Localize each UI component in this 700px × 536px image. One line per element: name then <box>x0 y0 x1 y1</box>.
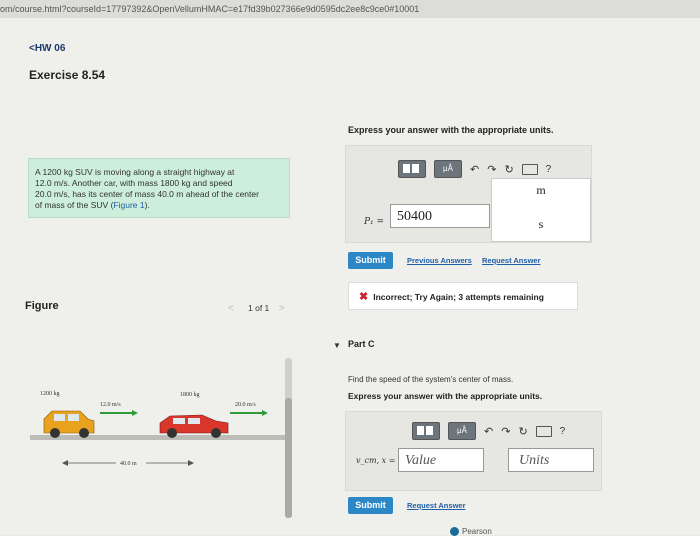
incorrect-icon: ✖ <box>359 291 369 303</box>
keyboard-icon[interactable] <box>521 163 538 175</box>
previous-answers-link[interactable]: Previous Answers <box>407 256 472 265</box>
part-b-express-text: Express your answer with the appropriate… <box>348 125 554 135</box>
undo-icon[interactable]: ↶ <box>484 425 493 438</box>
part-c-express-text: Express your answer with the appropriate… <box>348 391 543 401</box>
part-c-answer-area: μÅ ↶ ↷ ↻ ? v_cm, x = Value Units <box>345 411 602 491</box>
keyboard-icon[interactable] <box>535 425 552 437</box>
part-c-units-input[interactable]: Units <box>508 448 594 472</box>
help-icon[interactable]: ? <box>546 164 552 175</box>
part-c-variable-label: v_cm, x = <box>356 456 396 465</box>
figure-link[interactable]: Figure 1 <box>113 200 144 210</box>
part-b-submit-button[interactable]: Submit <box>348 252 393 269</box>
undo-icon[interactable]: ↶ <box>470 163 479 176</box>
car-velocity-arrowhead <box>262 410 268 416</box>
unit-numerator: m <box>536 183 546 197</box>
suv-mass-label: 1200 kg <box>40 391 60 397</box>
part-c-toolbar: μÅ ↶ ↷ ↻ ? <box>412 422 565 440</box>
unit-denominator: s <box>538 217 544 231</box>
pager-prev-button[interactable]: < <box>228 303 234 314</box>
problem-line-2: 12.0 m/s. Another car, with mass 1800 kg… <box>35 178 233 188</box>
problem-line-3: 20.0 m/s, has its center of mass 40.0 m … <box>35 189 259 199</box>
url-text: om/course.html?courseId=17797392&OpenVel… <box>0 4 420 14</box>
problem-line-1: A 1200 kg SUV is moving along a straight… <box>35 167 235 177</box>
road <box>30 435 285 440</box>
part-b-answer-area: μÅ ↶ ↷ ↻ ? P₁ = 50400 m s <box>345 145 592 243</box>
reset-icon[interactable]: ↻ <box>504 163 513 176</box>
distance-arrow-right <box>188 460 194 466</box>
problem-statement: A 1200 kg SUV is moving along a straight… <box>28 158 290 218</box>
problem-line-4: of mass of the SUV (Figure 1). <box>35 200 283 211</box>
figure-scrollbar-thumb[interactable] <box>285 398 292 518</box>
feedback-banner: ✖ Incorrect; Try Again; 3 attempts remain… <box>348 282 578 310</box>
feedback-text: Incorrect; Try Again; 3 attempts remaini… <box>373 292 544 302</box>
problem-line-4-prefix: of mass of the SUV ( <box>35 200 114 210</box>
units-mu-button[interactable]: μÅ <box>434 160 462 178</box>
redo-icon[interactable]: ↷ <box>487 163 496 176</box>
part-c-value-input[interactable]: Value <box>398 448 484 472</box>
templates-icon[interactable] <box>412 422 440 440</box>
problem-line-4-suffix: ). <box>144 200 150 210</box>
part-b-variable-label: P₁ = <box>364 217 385 227</box>
car-mass-label: 1800 kg <box>180 392 200 398</box>
pager-next-button[interactable]: > <box>279 303 285 314</box>
part-c-request-answer-link[interactable]: Request Answer <box>407 501 466 510</box>
templates-icon[interactable] <box>398 160 426 178</box>
exercise-title: Exercise 8.54 <box>29 68 106 82</box>
part-b-request-answer-link[interactable]: Request Answer <box>482 256 541 265</box>
distance-arrow-left <box>62 460 68 466</box>
figure-diagram: 1200 kg 12.0 m/s 1800 kg 20.0 m/s 40.0 m <box>30 391 285 467</box>
part-c-submit-button[interactable]: Submit <box>348 497 393 514</box>
part-b-value-input[interactable]: 50400 <box>390 204 490 228</box>
collapse-caret-icon[interactable]: ▼ <box>333 341 341 350</box>
figure-label: Figure <box>25 300 59 312</box>
pager-text: 1 of 1 <box>248 303 270 313</box>
browser-url-bar[interactable]: om/course.html?courseId=17797392&OpenVel… <box>0 0 700 18</box>
right-column: Express your answer with the appropriate… <box>330 18 700 536</box>
left-column: <HW 06 Exercise 8.54 A 1200 kg SUV is mo… <box>0 18 305 535</box>
reset-icon[interactable]: ↻ <box>518 425 527 438</box>
distance-label: 40.0 m <box>120 461 137 467</box>
part-c-prompt: Find the speed of the system's center of… <box>348 375 514 384</box>
part-b-units-input[interactable]: m s <box>491 178 591 242</box>
redo-icon[interactable]: ↷ <box>501 425 510 438</box>
help-icon[interactable]: ? <box>560 426 566 437</box>
suv-car <box>43 410 95 438</box>
units-mu-button[interactable]: μÅ <box>448 422 476 440</box>
part-b-toolbar: μÅ ↶ ↷ ↻ ? <box>398 160 551 178</box>
suv-velocity-arrowhead <box>132 410 138 416</box>
back-link[interactable]: <HW 06 <box>29 43 65 54</box>
red-car <box>159 414 229 438</box>
part-c-title[interactable]: Part C <box>348 339 375 349</box>
page: <HW 06 Exercise 8.54 A 1200 kg SUV is mo… <box>0 18 700 536</box>
car-speed-label: 20.0 m/s <box>235 402 256 408</box>
figure-pager: < 1 of 1 > <box>228 303 285 314</box>
suv-speed-label: 12.0 m/s <box>100 402 121 408</box>
